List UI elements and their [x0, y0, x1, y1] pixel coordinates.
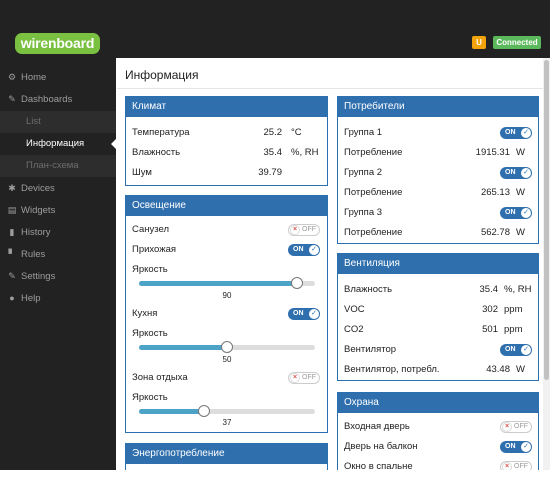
brightness-slider-1[interactable] [139, 277, 315, 289]
close-icon: × [502, 422, 512, 432]
list-item: Дверь на балкон ON ✓ [338, 439, 538, 455]
brightness-slider-3[interactable] [139, 405, 315, 417]
list-item: Прихожая ON ✓ [126, 242, 327, 258]
list-item: Группа 1 ON ✓ [338, 125, 538, 141]
wrench-icon: ✎ [8, 94, 16, 104]
connection-status-badge: Connected [493, 36, 541, 49]
energy-panel-title: Энергопотребление [126, 444, 327, 464]
user-badge[interactable]: U [472, 36, 486, 49]
balcony-door-toggle[interactable]: ON ✓ [500, 441, 532, 453]
slider-handle[interactable] [291, 277, 303, 289]
active-caret-icon [111, 139, 116, 149]
climate-panel: Климат Температура 25.2 °C Влажность 35.… [125, 96, 328, 186]
check-icon: ✓ [521, 208, 531, 218]
list-item: Яркость [132, 264, 168, 275]
group-2-toggle[interactable]: ON ✓ [500, 167, 532, 179]
group-3-toggle[interactable]: ON ✓ [500, 207, 532, 219]
list-item: Влажность 35.4 %, RH [344, 284, 532, 295]
sidebar-item-help[interactable]: ● Help [0, 287, 116, 309]
sidebar-item-widgets[interactable]: ▤ Widgets [0, 199, 116, 221]
lighting-panel-title: Освещение [126, 196, 327, 216]
page-title: Информация [125, 68, 199, 82]
slider-value: 37 [222, 418, 232, 427]
group-1-toggle[interactable]: ON ✓ [500, 127, 532, 139]
home-icon: ⚙ [7, 72, 17, 82]
widgets-icon: ▤ [7, 205, 17, 215]
list-item: Потребление 265.13 W [344, 187, 525, 198]
consumers-panel: Потребители Группа 1 ON ✓ Потребление 191… [337, 96, 539, 244]
file-icon: ▘ [8, 249, 16, 259]
bar-chart-icon: ▮ [9, 227, 15, 237]
security-panel-title: Охрана [338, 393, 538, 413]
sanuzel-toggle[interactable]: × OFF [288, 224, 320, 236]
check-icon: ✓ [521, 442, 531, 452]
top-navbar: wirenboard U Connected [0, 0, 550, 58]
zona-otdyha-toggle[interactable]: × OFF [288, 372, 320, 384]
check-icon: ✓ [521, 168, 531, 178]
check-icon: ✓ [521, 128, 531, 138]
list-item: Вентилятор ON ✓ [338, 342, 538, 358]
window-bottom-edge [0, 470, 550, 500]
security-panel: Охрана Входная дверь × OFF Дверь на балко… [337, 392, 539, 482]
sidebar-item-settings[interactable]: ✎ Settings [0, 265, 116, 287]
list-item: Потребление 1915.31 W [344, 147, 525, 158]
list-item: Температура 25.2 °C [132, 127, 302, 138]
list-item: Влажность 35.4 %, RH [132, 147, 319, 158]
list-item: Группа 2 ON ✓ [338, 165, 538, 181]
consumers-panel-title: Потребители [338, 97, 538, 117]
ventilation-panel-title: Вентиляция [338, 254, 538, 274]
sidebar-item-dashboards[interactable]: ✎ Dashboards [0, 88, 116, 110]
list-item: VOC 302 ppm [344, 304, 523, 315]
list-item: Группа 3 ON ✓ [338, 205, 538, 221]
sidebar-item-devices[interactable]: ✱ Devices [0, 177, 116, 199]
slider-fill [139, 345, 227, 350]
title-divider [117, 88, 543, 89]
wrench-icon: ✎ [8, 271, 16, 281]
slider-fill [139, 281, 297, 286]
slider-value: 90 [222, 291, 232, 300]
fan-toggle[interactable]: ON ✓ [500, 344, 532, 356]
slider-fill [139, 409, 204, 414]
list-item: Кухня ON ✓ [126, 306, 327, 322]
entrance-door-toggle[interactable]: × OFF [500, 421, 532, 433]
list-item: CO2 501 ppm [344, 324, 523, 335]
list-item: Входная дверь × OFF [338, 419, 538, 435]
close-icon: × [290, 373, 300, 383]
list-item: Яркость [132, 392, 168, 403]
check-icon: ✓ [309, 309, 319, 319]
close-icon: × [290, 225, 300, 235]
slider-handle[interactable] [198, 405, 210, 417]
sidebar: ⚙ Home ✎ Dashboards List Информация План-с… [0, 58, 116, 470]
sidebar-item-history[interactable]: ▮ History [0, 221, 116, 243]
sidebar-item-rules[interactable]: ▘ Rules [0, 243, 116, 265]
list-item: Яркость [132, 328, 168, 339]
check-icon: ✓ [521, 345, 531, 355]
scrollbar-thumb[interactable] [544, 60, 549, 380]
lighting-panel: Освещение Санузел × OFF Прихожая ON ✓ Ярко… [125, 195, 328, 433]
list-item: Санузел × OFF [126, 222, 327, 238]
list-item: Зона отдыха × OFF [126, 370, 327, 386]
prihozhaya-toggle[interactable]: ON ✓ [288, 244, 320, 256]
sidebar-item-home[interactable]: ⚙ Home [0, 66, 116, 88]
sidebar-item-list[interactable]: List [0, 111, 116, 133]
list-item: Вентилятор, потребл. 43.48 W [344, 364, 525, 375]
gear-icon: ✱ [8, 183, 16, 193]
brightness-slider-2[interactable] [139, 341, 315, 353]
list-item: Потребление 562.78 W [344, 227, 525, 238]
question-icon: ● [9, 293, 15, 303]
kuhnya-toggle[interactable]: ON ✓ [288, 308, 320, 320]
slider-value: 50 [222, 355, 232, 364]
check-icon: ✓ [309, 245, 319, 255]
list-item: Шум 39.79 [132, 167, 282, 178]
slider-handle[interactable] [221, 341, 233, 353]
wirenboard-logo[interactable]: wirenboard [15, 33, 100, 54]
ventilation-panel: Вентиляция Влажность 35.4 %, RH VOC 302 … [337, 253, 539, 381]
sidebar-item-informaciya[interactable]: Информация [0, 133, 116, 155]
sidebar-item-plan[interactable]: План-схема [0, 155, 116, 177]
climate-panel-title: Климат [126, 97, 327, 117]
